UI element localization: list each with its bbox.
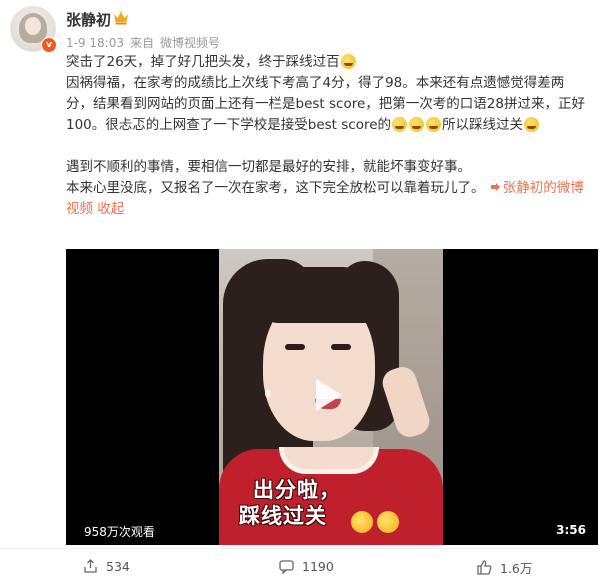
view-count: 958万次观看 [84,525,155,539]
post-line: 因祸得福，在家考的成绩比上次线下考高了4分，得了98。本来还有点遗憾觉得差两 [66,75,565,91]
tongue-emoji-icon [377,511,399,533]
collar-shape [279,447,379,474]
like-button[interactable]: 1.6万 [476,558,532,577]
share-count: 534 [106,559,130,574]
post-line: 视频 收起 [66,199,596,220]
laughing-emoji-icon [340,54,356,69]
video-duration: 3:56 [556,523,586,537]
username[interactable]: 张静初 [66,9,111,30]
smiling-emoji-icon [392,117,408,132]
eye-shape [331,344,351,350]
smiling-emoji-icon [426,117,442,132]
weibo-video-link[interactable]: 张静初的微博 [489,180,584,196]
post-time[interactable]: 1-9 18:03 [66,36,124,50]
comment-button[interactable]: 1190 [278,558,334,575]
like-count: 1.6万 [500,561,533,576]
share-button[interactable]: 534 [82,558,130,575]
collapse-link[interactable]: 收起 [97,201,124,217]
video-player[interactable]: 出分啦， 踩线过关 958万次观看 3:56 [66,249,598,545]
play-icon[interactable] [316,379,342,411]
post-meta: 1-9 18:03 来自 微博视频号 [66,34,226,51]
source-link[interactable]: 微博视频号 [160,36,220,50]
caption-line-2: 踩线过关 [239,504,327,528]
share-icon [84,559,97,573]
comment-icon [279,560,294,575]
tongue-emoji-icon [524,117,540,132]
post-line: 本来心里没底，又报名了一次在家考，这下完全放松可以靠着玩儿了。 张静初的微博 [66,180,584,196]
action-bar: 534 1190 1.6万 [0,548,600,583]
thumbs-up-icon [477,560,492,575]
verified-badge-icon: v [41,37,57,53]
link-icon [490,183,500,191]
video-caption: 出分啦， 踩线过关 [239,477,429,529]
bangs-shape [259,267,379,323]
laughing-emoji-icon [351,511,373,533]
post-line: 分，结果看到网站的页面上还有一栏是best score，把第一次考的口语28拼过… [66,96,585,112]
comment-count: 1190 [302,559,334,574]
avatar-face [25,17,41,35]
video-tag-link[interactable]: 视频 [66,201,93,217]
crown-icon[interactable] [113,10,129,25]
smiling-emoji-icon [409,117,425,132]
eye-shape [285,344,305,350]
post-line: 遇到不顺利的事情，要相信一切都是最好的安排，就能坏事变好事。 [66,159,471,175]
post-line: 100。很忐忑的上网查了一下学校是接受best score的 所以踩线过关 [66,115,596,136]
caption-line-1: 出分啦， [253,478,341,502]
post-body: 突击了26天，掉了好几把头发，终于踩线过百 因祸得福，在家考的成绩比上次线下考高… [66,52,596,220]
source-prefix: 来自 [130,36,155,50]
post-line: 突击了26天，掉了好几把头发，终于踩线过百 [66,52,596,73]
earring-shape [265,389,271,398]
